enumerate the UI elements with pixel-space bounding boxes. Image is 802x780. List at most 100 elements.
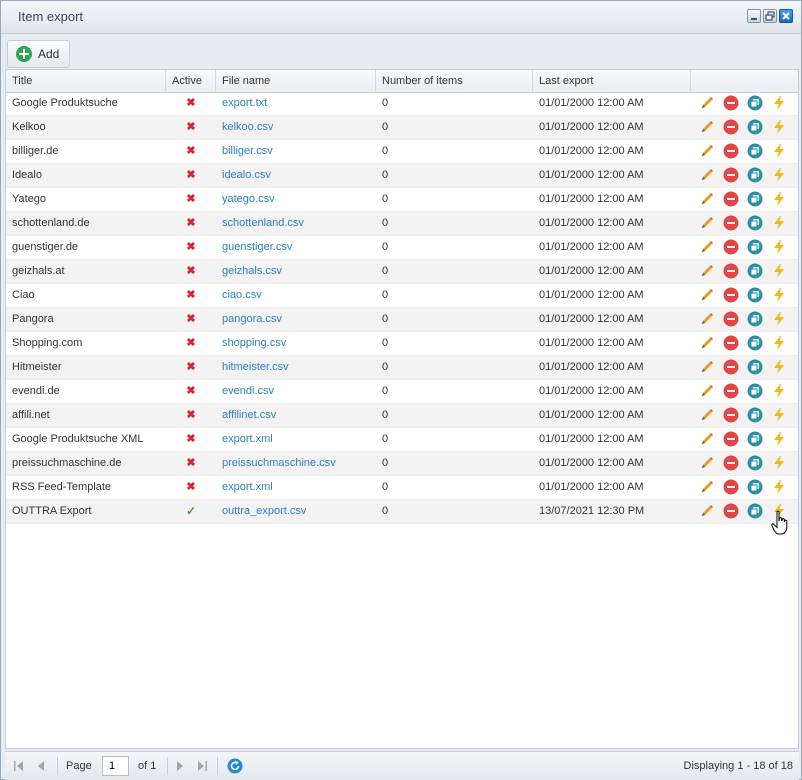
previous-page-icon[interactable] bbox=[33, 758, 49, 774]
delete-icon[interactable] bbox=[723, 119, 739, 135]
pencil-icon[interactable] bbox=[699, 503, 715, 519]
pencil-icon[interactable] bbox=[699, 407, 715, 423]
lightning-icon[interactable] bbox=[771, 143, 787, 159]
file-name-link[interactable]: hitmeister.csv bbox=[216, 356, 376, 379]
lightning-icon[interactable] bbox=[771, 479, 787, 495]
duplicate-icon[interactable] bbox=[747, 119, 763, 135]
file-name-link[interactable]: billiger.csv bbox=[216, 140, 376, 163]
duplicate-icon[interactable] bbox=[747, 239, 763, 255]
duplicate-icon[interactable] bbox=[747, 335, 763, 351]
pencil-icon[interactable] bbox=[699, 119, 715, 135]
table-row[interactable]: geizhals.at ✖ geizhals.csv 0 01/01/2000 12:0… bbox=[6, 260, 798, 284]
add-button[interactable]: Add bbox=[7, 40, 71, 68]
delete-icon[interactable] bbox=[723, 431, 739, 447]
file-name-link[interactable]: shopping.csv bbox=[216, 332, 376, 355]
duplicate-icon[interactable] bbox=[747, 167, 763, 183]
delete-icon[interactable] bbox=[723, 359, 739, 375]
file-name-link[interactable]: yatego.csv bbox=[216, 188, 376, 211]
pencil-icon[interactable] bbox=[699, 167, 715, 183]
minimize-icon[interactable] bbox=[747, 9, 761, 23]
pencil-icon[interactable] bbox=[699, 359, 715, 375]
table-row[interactable]: Kelkoo ✖ kelkoo.csv 0 01/01/2000 12:00 AM bbox=[6, 116, 798, 140]
delete-icon[interactable] bbox=[723, 167, 739, 183]
file-name-link[interactable]: pangora.csv bbox=[216, 308, 376, 331]
lightning-icon[interactable] bbox=[771, 359, 787, 375]
lightning-icon[interactable] bbox=[771, 119, 787, 135]
table-row[interactable]: Ciao ✖ ciao.csv 0 01/01/2000 12:00 AM bbox=[6, 284, 798, 308]
pencil-icon[interactable] bbox=[699, 215, 715, 231]
table-row[interactable]: Yatego ✖ yatego.csv 0 01/01/2000 12:00 AM bbox=[6, 188, 798, 212]
pencil-icon[interactable] bbox=[699, 455, 715, 471]
lightning-icon[interactable] bbox=[771, 407, 787, 423]
window-titlebar[interactable]: Item export bbox=[1, 1, 801, 34]
lightning-icon[interactable] bbox=[771, 95, 787, 111]
table-row[interactable]: schottenland.de ✖ schottenland.csv 0 01/01/2… bbox=[6, 212, 798, 236]
file-name-link[interactable]: guenstiger.csv bbox=[216, 236, 376, 259]
pencil-icon[interactable] bbox=[699, 287, 715, 303]
file-name-link[interactable]: evendi.csv bbox=[216, 380, 376, 403]
file-name-link[interactable]: outtra_export.csv bbox=[216, 500, 376, 523]
table-row[interactable]: evendi.de ✖ evendi.csv 0 01/01/2000 12:00 AM bbox=[6, 380, 798, 404]
table-row[interactable]: Pangora ✖ pangora.csv 0 01/01/2000 12:00 AM bbox=[6, 308, 798, 332]
pencil-icon[interactable] bbox=[699, 239, 715, 255]
lightning-icon[interactable] bbox=[771, 167, 787, 183]
file-name-link[interactable]: affilinet.csv bbox=[216, 404, 376, 427]
delete-icon[interactable] bbox=[723, 239, 739, 255]
column-header-active[interactable]: Active bbox=[166, 70, 216, 92]
duplicate-icon[interactable] bbox=[747, 359, 763, 375]
pencil-icon[interactable] bbox=[699, 335, 715, 351]
lightning-icon[interactable] bbox=[771, 239, 787, 255]
delete-icon[interactable] bbox=[723, 479, 739, 495]
duplicate-icon[interactable] bbox=[747, 503, 763, 519]
duplicate-icon[interactable] bbox=[747, 455, 763, 471]
table-row[interactable]: Shopping.com ✖ shopping.csv 0 01/01/2000 12:… bbox=[6, 332, 798, 356]
column-header-file-name[interactable]: File name bbox=[216, 70, 376, 92]
duplicate-icon[interactable] bbox=[747, 215, 763, 231]
lightning-icon[interactable] bbox=[771, 335, 787, 351]
lightning-icon[interactable] bbox=[771, 215, 787, 231]
file-name-link[interactable]: geizhals.csv bbox=[216, 260, 376, 283]
delete-icon[interactable] bbox=[723, 95, 739, 111]
pencil-icon[interactable] bbox=[699, 191, 715, 207]
delete-icon[interactable] bbox=[723, 383, 739, 399]
pencil-icon[interactable] bbox=[699, 431, 715, 447]
duplicate-icon[interactable] bbox=[747, 263, 763, 279]
first-page-icon[interactable] bbox=[11, 758, 27, 774]
duplicate-icon[interactable] bbox=[747, 431, 763, 447]
duplicate-icon[interactable] bbox=[747, 143, 763, 159]
table-row[interactable]: RSS Feed-Template ✖ export.xml 0 01/01/2000 … bbox=[6, 476, 798, 500]
delete-icon[interactable] bbox=[723, 287, 739, 303]
duplicate-icon[interactable] bbox=[747, 95, 763, 111]
table-row[interactable]: billiger.de ✖ billiger.csv 0 01/01/2000 12:0… bbox=[6, 140, 798, 164]
lightning-icon[interactable] bbox=[771, 287, 787, 303]
page-number-input[interactable] bbox=[102, 756, 129, 776]
lightning-icon[interactable] bbox=[771, 263, 787, 279]
duplicate-icon[interactable] bbox=[747, 407, 763, 423]
column-header-last-export[interactable]: Last export bbox=[533, 70, 691, 92]
table-row[interactable]: Hitmeister ✖ hitmeister.csv 0 01/01/2000 12:… bbox=[6, 356, 798, 380]
close-icon[interactable] bbox=[779, 9, 793, 23]
lightning-icon[interactable] bbox=[771, 455, 787, 471]
lightning-icon[interactable] bbox=[771, 311, 787, 327]
refresh-icon[interactable] bbox=[227, 758, 243, 774]
table-row[interactable]: Google Produktsuche XML ✖ export.xml 0 01/01… bbox=[6, 428, 798, 452]
file-name-link[interactable]: export.xml bbox=[216, 428, 376, 451]
delete-icon[interactable] bbox=[723, 215, 739, 231]
delete-icon[interactable] bbox=[723, 407, 739, 423]
table-row[interactable]: affili.net ✖ affilinet.csv 0 01/01/2000 12:0… bbox=[6, 404, 798, 428]
file-name-link[interactable]: export.xml bbox=[216, 476, 376, 499]
file-name-link[interactable]: export.txt bbox=[216, 92, 376, 115]
pencil-icon[interactable] bbox=[699, 263, 715, 279]
duplicate-icon[interactable] bbox=[747, 287, 763, 303]
restore-icon[interactable] bbox=[763, 9, 777, 23]
duplicate-icon[interactable] bbox=[747, 383, 763, 399]
delete-icon[interactable] bbox=[723, 503, 739, 519]
file-name-link[interactable]: kelkoo.csv bbox=[216, 116, 376, 139]
file-name-link[interactable]: ciao.csv bbox=[216, 284, 376, 307]
delete-icon[interactable] bbox=[723, 191, 739, 207]
duplicate-icon[interactable] bbox=[747, 191, 763, 207]
delete-icon[interactable] bbox=[723, 143, 739, 159]
file-name-link[interactable]: schottenland.csv bbox=[216, 212, 376, 235]
lightning-icon[interactable] bbox=[771, 191, 787, 207]
table-row[interactable]: preissuchmaschine.de ✖ preissuchmaschine.c… bbox=[6, 452, 798, 476]
